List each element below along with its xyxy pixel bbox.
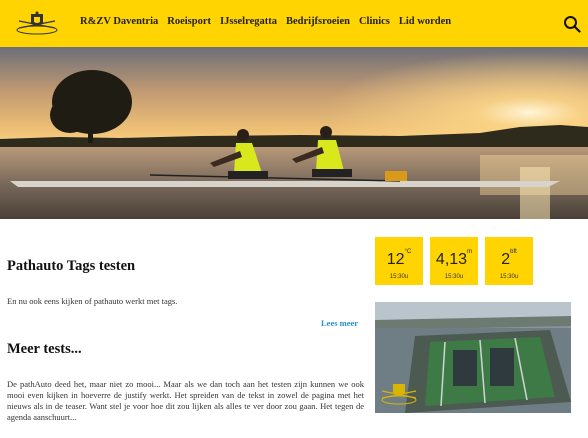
club-crest-icon[interactable]	[14, 10, 60, 36]
article-title[interactable]: Meer tests...	[7, 341, 82, 358]
nav-item-roeisport[interactable]: Roeisport	[167, 16, 211, 27]
side-photo[interactable]	[375, 302, 571, 413]
nav-item-lid-worden[interactable]: Lid worden	[399, 16, 451, 27]
header-bar: R&ZV Daventria Roeisport IJsselregatta B…	[0, 0, 588, 47]
article-teaser: En nu ook eens kijken of pathauto werkt …	[7, 296, 178, 306]
article-teaser: De pathAuto deed het, maar niet zo mooi.…	[7, 379, 364, 422]
water-level-value: 4,13m	[435, 249, 473, 268]
nav-item-bedrijfsroeien[interactable]: Bedrijfsroeien	[286, 16, 350, 27]
weather-water-level-tile: 4,13m 15:30u	[430, 237, 478, 285]
article-title[interactable]: Pathauto Tags testen	[7, 258, 135, 275]
main-nav: R&ZV Daventria Roeisport IJsselregatta B…	[80, 16, 451, 27]
wind-time: 15:30u	[499, 274, 519, 280]
weather-temperature-tile: 12°C 15:30u	[375, 237, 423, 285]
wind-unit: bft	[510, 249, 517, 255]
hero-image	[0, 47, 588, 219]
nav-item-clinics[interactable]: Clinics	[359, 16, 390, 27]
water-level-unit: m	[467, 249, 473, 255]
temperature-value: 12°C	[386, 249, 412, 268]
nav-item-ijsselregatta[interactable]: IJsselregatta	[220, 16, 277, 27]
temperature-time: 15:30u	[389, 274, 409, 280]
temperature-unit: °C	[404, 249, 412, 255]
search-icon[interactable]	[563, 15, 581, 33]
nav-item-daventria[interactable]: R&ZV Daventria	[80, 16, 158, 27]
wind-value: 2bft	[501, 249, 517, 268]
read-more-link[interactable]: Lees meer	[321, 318, 358, 328]
water-level-time: 15:30u	[444, 274, 464, 280]
weather-wind-tile: 2bft 15:30u	[485, 237, 533, 285]
